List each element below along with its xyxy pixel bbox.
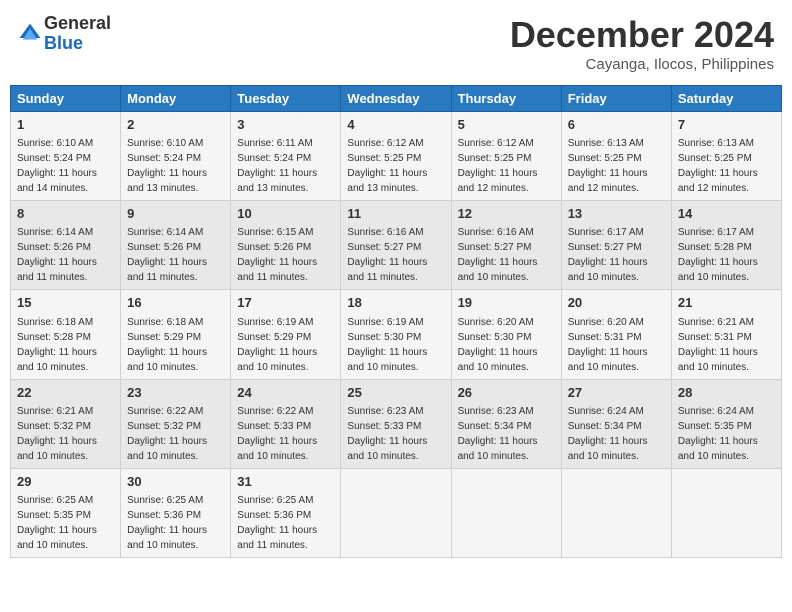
location-text: Cayanga, Ilocos, Philippines [510,56,774,73]
calendar-week-2: 8 Sunrise: 6:14 AMSunset: 5:26 PMDayligh… [11,201,782,290]
day-30: 30 Sunrise: 6:25 AMSunset: 5:36 PMDaylig… [121,468,231,557]
col-thursday: Thursday [451,86,561,112]
day-10: 10 Sunrise: 6:15 AMSunset: 5:26 PMDaylig… [231,201,341,290]
col-saturday: Saturday [671,86,781,112]
day-12: 12 Sunrise: 6:16 AMSunset: 5:27 PMDaylig… [451,201,561,290]
calendar-week-3: 15 Sunrise: 6:18 AMSunset: 5:28 PMDaylig… [11,290,782,379]
day-29: 29 Sunrise: 6:25 AMSunset: 5:35 PMDaylig… [11,468,121,557]
day-5: 5 Sunrise: 6:12 AMSunset: 5:25 PMDayligh… [451,112,561,201]
day-24: 24 Sunrise: 6:22 AMSunset: 5:33 PMDaylig… [231,379,341,468]
day-25: 25 Sunrise: 6:23 AMSunset: 5:33 PMDaylig… [341,379,451,468]
day-6: 6 Sunrise: 6:13 AMSunset: 5:25 PMDayligh… [561,112,671,201]
day-8: 8 Sunrise: 6:14 AMSunset: 5:26 PMDayligh… [11,201,121,290]
day-19: 19 Sunrise: 6:20 AMSunset: 5:30 PMDaylig… [451,290,561,379]
col-monday: Monday [121,86,231,112]
logo-blue-text: Blue [44,34,111,54]
day-20: 20 Sunrise: 6:20 AMSunset: 5:31 PMDaylig… [561,290,671,379]
title-block: December 2024 Cayanga, Ilocos, Philippin… [510,14,774,73]
calendar-table: Sunday Monday Tuesday Wednesday Thursday… [10,85,782,558]
calendar-header-row: Sunday Monday Tuesday Wednesday Thursday… [11,86,782,112]
logo-general-text: General [44,14,111,34]
day-26: 26 Sunrise: 6:23 AMSunset: 5:34 PMDaylig… [451,379,561,468]
calendar-week-1: 1 Sunrise: 6:10 AMSunset: 5:24 PMDayligh… [11,112,782,201]
day-2: 2 Sunrise: 6:10 AMSunset: 5:24 PMDayligh… [121,112,231,201]
month-title: December 2024 [510,14,774,56]
empty-cell-1 [341,468,451,557]
day-7: 7 Sunrise: 6:13 AMSunset: 5:25 PMDayligh… [671,112,781,201]
day-22: 22 Sunrise: 6:21 AMSunset: 5:32 PMDaylig… [11,379,121,468]
day-3: 3 Sunrise: 6:11 AMSunset: 5:24 PMDayligh… [231,112,341,201]
empty-cell-4 [671,468,781,557]
day-14: 14 Sunrise: 6:17 AMSunset: 5:28 PMDaylig… [671,201,781,290]
empty-cell-3 [561,468,671,557]
logo-icon [18,22,42,46]
day-31: 31 Sunrise: 6:25 AMSunset: 5:36 PMDaylig… [231,468,341,557]
day-9: 9 Sunrise: 6:14 AMSunset: 5:26 PMDayligh… [121,201,231,290]
page-header: General Blue December 2024 Cayanga, Iloc… [10,10,782,77]
day-21: 21 Sunrise: 6:21 AMSunset: 5:31 PMDaylig… [671,290,781,379]
col-friday: Friday [561,86,671,112]
day-27: 27 Sunrise: 6:24 AMSunset: 5:34 PMDaylig… [561,379,671,468]
day-1: 1 Sunrise: 6:10 AMSunset: 5:24 PMDayligh… [11,112,121,201]
day-4: 4 Sunrise: 6:12 AMSunset: 5:25 PMDayligh… [341,112,451,201]
day-11: 11 Sunrise: 6:16 AMSunset: 5:27 PMDaylig… [341,201,451,290]
col-tuesday: Tuesday [231,86,341,112]
day-15: 15 Sunrise: 6:18 AMSunset: 5:28 PMDaylig… [11,290,121,379]
day-18: 18 Sunrise: 6:19 AMSunset: 5:30 PMDaylig… [341,290,451,379]
calendar-week-5: 29 Sunrise: 6:25 AMSunset: 5:35 PMDaylig… [11,468,782,557]
col-sunday: Sunday [11,86,121,112]
day-23: 23 Sunrise: 6:22 AMSunset: 5:32 PMDaylig… [121,379,231,468]
col-wednesday: Wednesday [341,86,451,112]
calendar-week-4: 22 Sunrise: 6:21 AMSunset: 5:32 PMDaylig… [11,379,782,468]
day-17: 17 Sunrise: 6:19 AMSunset: 5:29 PMDaylig… [231,290,341,379]
logo-text: General Blue [44,14,111,54]
logo: General Blue [18,14,111,54]
empty-cell-2 [451,468,561,557]
day-16: 16 Sunrise: 6:18 AMSunset: 5:29 PMDaylig… [121,290,231,379]
day-13: 13 Sunrise: 6:17 AMSunset: 5:27 PMDaylig… [561,201,671,290]
day-28: 28 Sunrise: 6:24 AMSunset: 5:35 PMDaylig… [671,379,781,468]
